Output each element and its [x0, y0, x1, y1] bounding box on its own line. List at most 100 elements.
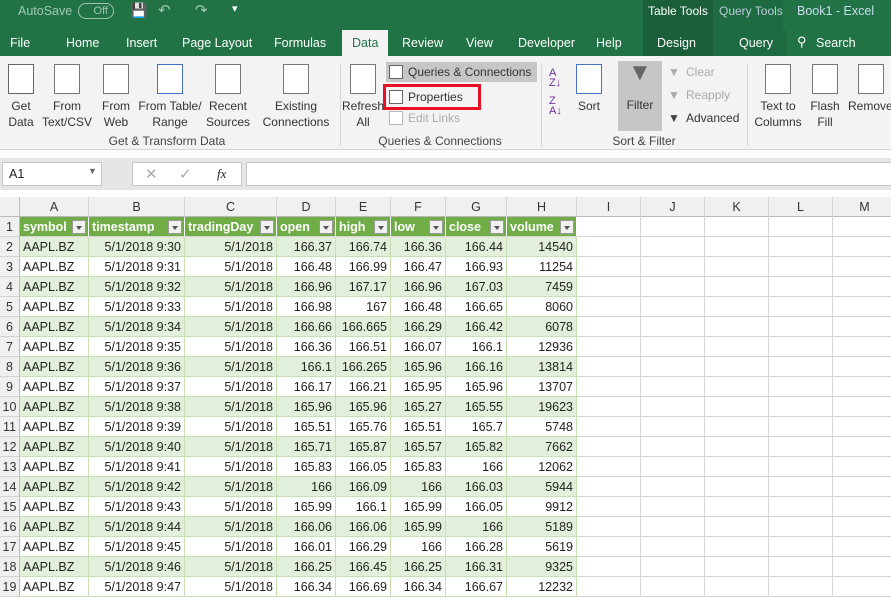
column-header-A[interactable]: A: [20, 197, 89, 217]
empty-cell[interactable]: [833, 297, 891, 317]
sort-z-a-button[interactable]: Z A↓: [549, 96, 562, 117]
table-cell[interactable]: 5/1/2018 9:34: [89, 317, 185, 337]
row-header[interactable]: 4: [0, 277, 20, 297]
table-cell[interactable]: 13707: [507, 377, 577, 397]
table-cell[interactable]: AAPL.BZ: [20, 237, 89, 257]
table-cell[interactable]: 166.66: [277, 317, 336, 337]
empty-cell[interactable]: [641, 497, 705, 517]
empty-cell[interactable]: [769, 237, 833, 257]
table-cell[interactable]: 165.95: [391, 377, 446, 397]
table-cell[interactable]: 166.1: [277, 357, 336, 377]
column-header-F[interactable]: F: [391, 197, 446, 217]
empty-cell[interactable]: [705, 337, 769, 357]
table-cell[interactable]: 5/1/2018: [185, 297, 277, 317]
empty-cell[interactable]: [769, 437, 833, 457]
table-cell[interactable]: 166.265: [336, 357, 391, 377]
empty-cell[interactable]: [833, 417, 891, 437]
column-header-D[interactable]: D: [277, 197, 336, 217]
table-header-cell[interactable]: close: [446, 217, 507, 237]
table-cell[interactable]: 166.99: [336, 257, 391, 277]
table-cell[interactable]: AAPL.BZ: [20, 417, 89, 437]
empty-cell[interactable]: [577, 457, 641, 477]
empty-cell[interactable]: [833, 517, 891, 537]
get-data-button[interactable]: Get Data: [2, 64, 40, 130]
table-cell[interactable]: 5/1/2018: [185, 537, 277, 557]
redo-icon[interactable]: ↷: [195, 1, 208, 19]
table-cell[interactable]: AAPL.BZ: [20, 277, 89, 297]
table-cell[interactable]: 167: [336, 297, 391, 317]
empty-cell[interactable]: [641, 317, 705, 337]
empty-cell[interactable]: [833, 277, 891, 297]
empty-cell[interactable]: [577, 337, 641, 357]
table-cell[interactable]: 5/1/2018: [185, 457, 277, 477]
table-cell[interactable]: 166.69: [336, 577, 391, 597]
table-cell[interactable]: AAPL.BZ: [20, 537, 89, 557]
enter-icon[interactable]: ✓: [179, 165, 192, 183]
empty-cell[interactable]: [833, 397, 891, 417]
column-header-K[interactable]: K: [705, 197, 769, 217]
table-cell[interactable]: 5/1/2018 9:42: [89, 477, 185, 497]
empty-cell[interactable]: [641, 357, 705, 377]
table-cell[interactable]: 166.05: [446, 497, 507, 517]
empty-cell[interactable]: [769, 337, 833, 357]
empty-cell[interactable]: [833, 377, 891, 397]
table-cell[interactable]: 166.1: [446, 337, 507, 357]
column-header-C[interactable]: C: [185, 197, 277, 217]
empty-cell[interactable]: [705, 357, 769, 377]
empty-cell[interactable]: [641, 517, 705, 537]
empty-cell[interactable]: [833, 557, 891, 577]
row-header[interactable]: 12: [0, 437, 20, 457]
tab-developer[interactable]: Developer: [514, 30, 579, 56]
table-cell[interactable]: 166: [277, 477, 336, 497]
table-cell[interactable]: 5/1/2018 9:32: [89, 277, 185, 297]
row-header[interactable]: 1: [0, 217, 20, 237]
tab-formulas[interactable]: Formulas: [270, 30, 330, 56]
table-header-cell[interactable]: open: [277, 217, 336, 237]
table-cell[interactable]: 166.74: [336, 237, 391, 257]
table-cell[interactable]: 6078: [507, 317, 577, 337]
tab-insert[interactable]: Insert: [122, 30, 161, 56]
table-cell[interactable]: 166.34: [391, 577, 446, 597]
empty-cell[interactable]: [641, 237, 705, 257]
table-cell[interactable]: 165.83: [391, 457, 446, 477]
cancel-icon[interactable]: ✕: [145, 165, 158, 183]
table-cell[interactable]: AAPL.BZ: [20, 297, 89, 317]
table-cell[interactable]: AAPL.BZ: [20, 257, 89, 277]
table-cell[interactable]: 5/1/2018: [185, 337, 277, 357]
table-cell[interactable]: 165.51: [391, 417, 446, 437]
table-cell[interactable]: 165.87: [336, 437, 391, 457]
table-cell[interactable]: 19623: [507, 397, 577, 417]
column-header-M[interactable]: M: [833, 197, 891, 217]
search-box[interactable]: Search: [812, 30, 860, 56]
row-header[interactable]: 11: [0, 417, 20, 437]
empty-cell[interactable]: [577, 277, 641, 297]
empty-cell[interactable]: [705, 217, 769, 237]
table-cell[interactable]: 166.44: [446, 237, 507, 257]
empty-cell[interactable]: [641, 417, 705, 437]
empty-cell[interactable]: [641, 457, 705, 477]
table-header-cell[interactable]: high: [336, 217, 391, 237]
table-cell[interactable]: 5/1/2018: [185, 257, 277, 277]
table-cell[interactable]: 7459: [507, 277, 577, 297]
empty-cell[interactable]: [577, 317, 641, 337]
table-cell[interactable]: 166: [446, 517, 507, 537]
empty-cell[interactable]: [577, 437, 641, 457]
table-cell[interactable]: 5/1/2018: [185, 317, 277, 337]
empty-cell[interactable]: [833, 237, 891, 257]
table-cell[interactable]: AAPL.BZ: [20, 397, 89, 417]
empty-cell[interactable]: [577, 297, 641, 317]
row-header[interactable]: 10: [0, 397, 20, 417]
table-cell[interactable]: 166.05: [336, 457, 391, 477]
table-cell[interactable]: 5189: [507, 517, 577, 537]
properties-button[interactable]: Properties: [383, 84, 481, 110]
table-cell[interactable]: 5/1/2018 9:40: [89, 437, 185, 457]
table-cell[interactable]: 5/1/2018: [185, 397, 277, 417]
empty-cell[interactable]: [641, 477, 705, 497]
empty-cell[interactable]: [577, 357, 641, 377]
empty-cell[interactable]: [769, 577, 833, 597]
empty-cell[interactable]: [833, 497, 891, 517]
table-cell[interactable]: 166.98: [277, 297, 336, 317]
empty-cell[interactable]: [577, 417, 641, 437]
table-cell[interactable]: AAPL.BZ: [20, 577, 89, 597]
table-cell[interactable]: AAPL.BZ: [20, 457, 89, 477]
